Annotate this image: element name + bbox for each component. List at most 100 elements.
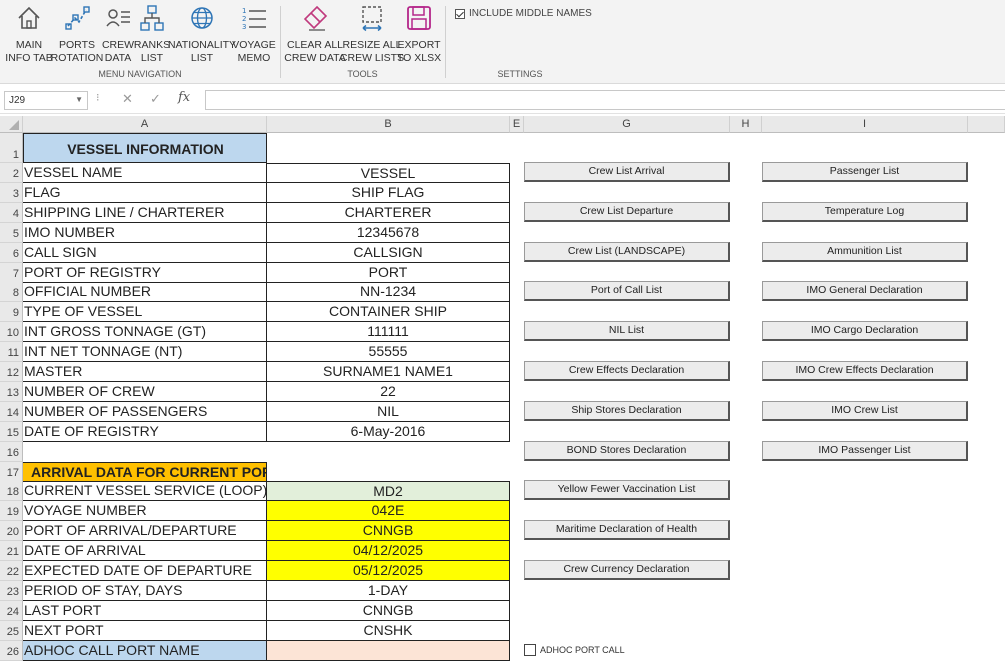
- field-value[interactable]: 1-DAY: [267, 580, 510, 601]
- row-header[interactable]: 11: [0, 342, 23, 363]
- ribbon-button-voyage-memo[interactable]: 1 2 3 VOYAGE MEMO: [232, 4, 276, 64]
- ribbon-button-nationality-list[interactable]: NATIONALITY LIST: [168, 4, 236, 64]
- name-box[interactable]: J29 ▼: [4, 91, 88, 110]
- field-label[interactable]: NEXT PORT: [23, 620, 267, 641]
- field-label[interactable]: PERIOD OF STAY, DAYS: [23, 580, 267, 601]
- field-value[interactable]: 6-May-2016: [267, 421, 510, 442]
- macro-button-temperature-log[interactable]: Temperature Log: [762, 201, 968, 222]
- ribbon-button-main-info-tab[interactable]: MAIN INFO TAB: [5, 4, 53, 64]
- select-all-corner[interactable]: [0, 116, 23, 133]
- field-value[interactable]: 55555: [267, 342, 510, 363]
- field-value[interactable]: CALLSIGN: [267, 242, 510, 263]
- column-header-b[interactable]: B: [267, 116, 510, 133]
- row-header[interactable]: 6: [0, 242, 23, 263]
- field-value[interactable]: NIL: [267, 401, 510, 422]
- field-label[interactable]: CALL SIGN: [23, 242, 267, 263]
- macro-button-port-of-call-list[interactable]: Port of Call List: [524, 281, 730, 302]
- field-value[interactable]: MD2: [267, 481, 510, 502]
- field-value[interactable]: CHARTERER: [267, 202, 510, 223]
- row-header[interactable]: 7: [0, 262, 23, 283]
- field-label[interactable]: NUMBER OF PASSENGERS: [23, 401, 267, 422]
- ribbon-button-crew-data[interactable]: CREW DATA: [101, 4, 135, 64]
- chevron-down-icon[interactable]: ▼: [75, 95, 83, 104]
- field-label[interactable]: VESSEL NAME: [23, 163, 267, 183]
- field-value[interactable]: 05/12/2025: [267, 561, 510, 581]
- ribbon-button-resize-all-crew-lists[interactable]: RESIZE ALL CREW LISTS: [340, 4, 404, 64]
- row-header[interactable]: 15: [0, 421, 23, 442]
- field-label[interactable]: TYPE OF VESSEL: [23, 302, 267, 323]
- macro-button-crew-list-arrival[interactable]: Crew List Arrival: [524, 162, 730, 182]
- row-header[interactable]: 16: [0, 441, 23, 462]
- field-label[interactable]: LAST PORT: [23, 600, 267, 621]
- field-label[interactable]: EXPECTED DATE OF DEPARTURE: [23, 561, 267, 581]
- checkbox-icon[interactable]: [524, 644, 536, 656]
- macro-button-imo-passenger-list[interactable]: IMO Passenger List: [762, 440, 968, 461]
- field-value[interactable]: CNNGB: [267, 521, 510, 542]
- field-value[interactable]: PORT: [267, 262, 510, 283]
- field-value[interactable]: CNNGB: [267, 600, 510, 621]
- checkbox-icon[interactable]: [455, 8, 465, 19]
- row-header[interactable]: 22: [0, 561, 23, 581]
- row-header[interactable]: 1: [0, 133, 23, 163]
- formula-input[interactable]: [205, 90, 1005, 110]
- column-header-a[interactable]: A: [23, 116, 267, 133]
- macro-button-crew-effects-declaration[interactable]: Crew Effects Declaration: [524, 361, 730, 381]
- field-value[interactable]: SURNAME1 NAME1: [267, 362, 510, 382]
- row-header[interactable]: 5: [0, 222, 23, 243]
- field-label[interactable]: NUMBER OF CREW: [23, 381, 267, 402]
- row-header[interactable]: 4: [0, 202, 23, 223]
- row-header[interactable]: 18: [0, 481, 23, 502]
- row-header[interactable]: 13: [0, 381, 23, 402]
- macro-button-imo-cargo-declaration[interactable]: IMO Cargo Declaration: [762, 321, 968, 342]
- macro-button-maritime-declaration-of-health[interactable]: Maritime Declaration of Health: [524, 520, 730, 541]
- macro-button-yellow-fewer-vaccination-list[interactable]: Yellow Fewer Vaccination List: [524, 480, 730, 501]
- column-header-e[interactable]: E: [510, 116, 524, 133]
- column-header-blank[interactable]: [968, 116, 1005, 133]
- field-value[interactable]: 22: [267, 381, 510, 402]
- field-label[interactable]: CURRENT VESSEL SERVICE (LOOP): [23, 481, 267, 502]
- row-header[interactable]: 8: [0, 282, 23, 303]
- vessel-info-header[interactable]: VESSEL INFORMATION: [23, 133, 267, 163]
- macro-button-imo-crew-list[interactable]: IMO Crew List: [762, 400, 968, 421]
- field-label[interactable]: INT NET TONNAGE (NT): [23, 342, 267, 363]
- field-value[interactable]: CONTAINER SHIP: [267, 302, 510, 323]
- row-header[interactable]: 10: [0, 322, 23, 343]
- row-header[interactable]: 21: [0, 541, 23, 562]
- field-value[interactable]: VESSEL: [267, 163, 510, 183]
- macro-button-ship-stores-declaration[interactable]: Ship Stores Declaration: [524, 400, 730, 421]
- column-header-g[interactable]: G: [524, 116, 730, 133]
- macro-button-crew-list-landscape-[interactable]: Crew List (LANDSCAPE): [524, 241, 730, 262]
- ribbon-button-ranks-list[interactable]: RANKS LIST: [134, 4, 170, 64]
- arrival-data-header[interactable]: ARRIVAL DATA FOR CURRENT PORT: [23, 461, 267, 482]
- row-header[interactable]: 25: [0, 620, 23, 641]
- row-header[interactable]: 23: [0, 580, 23, 601]
- field-value[interactable]: 04/12/2025: [267, 541, 510, 562]
- field-label[interactable]: DATE OF ARRIVAL: [23, 541, 267, 562]
- ribbon-button-clear-all-crew-data[interactable]: CLEAR ALL CREW DATA: [284, 4, 346, 64]
- field-label[interactable]: SHIPPING LINE / CHARTERER: [23, 202, 267, 223]
- macro-button-crew-list-departure[interactable]: Crew List Departure: [524, 201, 730, 222]
- enter-icon[interactable]: ✓: [150, 91, 161, 107]
- row-header[interactable]: 12: [0, 362, 23, 382]
- macro-button-ammunition-list[interactable]: Ammunition List: [762, 241, 968, 262]
- ribbon-button-export-to-xlsx[interactable]: EXPORT TO XLSX: [397, 4, 441, 64]
- row-header[interactable]: 24: [0, 600, 23, 621]
- row-header[interactable]: 9: [0, 302, 23, 323]
- row-header[interactable]: 2: [0, 163, 23, 183]
- include-middle-names-checkbox[interactable]: INCLUDE MIDDLE NAMES: [455, 8, 592, 19]
- row-header[interactable]: 19: [0, 501, 23, 522]
- row-header[interactable]: 20: [0, 521, 23, 542]
- field-value[interactable]: 042E: [267, 501, 510, 522]
- field-label[interactable]: MASTER: [23, 362, 267, 382]
- column-header-i[interactable]: I: [762, 116, 968, 133]
- field-value[interactable]: CNSHK: [267, 620, 510, 641]
- macro-button-passenger-list[interactable]: Passenger List: [762, 162, 968, 182]
- field-label[interactable]: VOYAGE NUMBER: [23, 501, 267, 522]
- field-value[interactable]: 111111: [267, 322, 510, 343]
- field-label[interactable]: FLAG: [23, 182, 267, 203]
- row-header[interactable]: 14: [0, 401, 23, 422]
- macro-button-crew-currency-declaration[interactable]: Crew Currency Declaration: [524, 560, 730, 580]
- cancel-icon[interactable]: ✕: [122, 91, 133, 107]
- macro-button-imo-general-declaration[interactable]: IMO General Declaration: [762, 281, 968, 302]
- field-label[interactable]: PORT OF REGISTRY: [23, 262, 267, 283]
